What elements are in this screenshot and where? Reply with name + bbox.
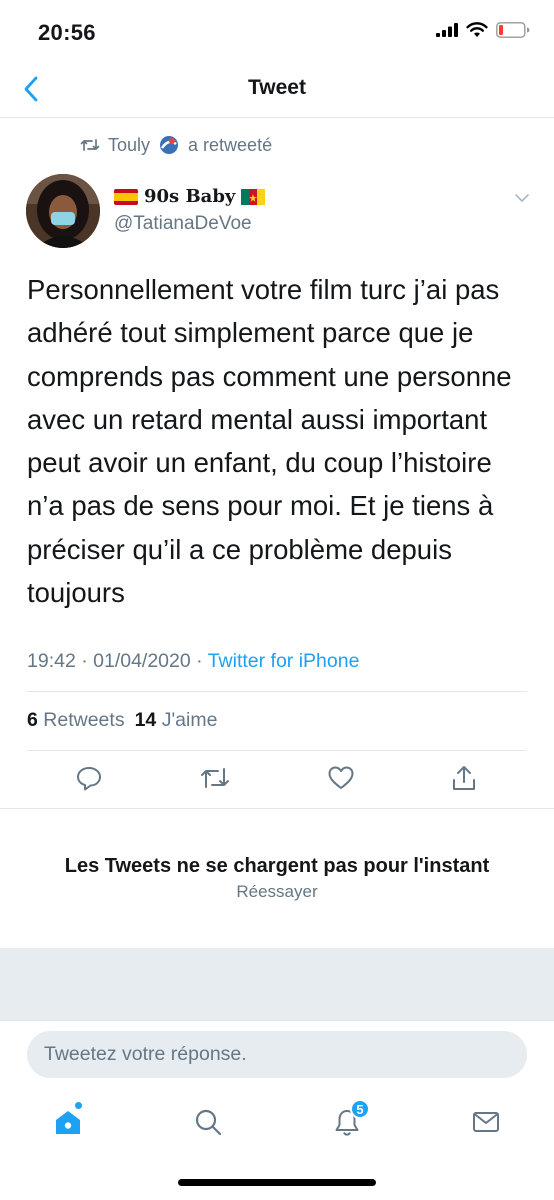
retry-button[interactable]: Réessayer xyxy=(0,882,554,902)
tweet-stats: 6 Retweets 14 J'aime xyxy=(27,709,217,732)
retweets-stat[interactable]: 6 Retweets xyxy=(27,709,125,732)
tab-home[interactable] xyxy=(48,1092,88,1152)
search-icon xyxy=(195,1109,222,1136)
heart-icon[interactable] xyxy=(327,764,355,792)
author-handle: @TatianaDeVoe xyxy=(114,213,252,234)
tab-messages[interactable] xyxy=(466,1092,506,1152)
notifications-badge: 5 xyxy=(350,1099,370,1119)
status-icons xyxy=(436,22,530,38)
tab-bar: 5 xyxy=(0,1092,554,1152)
nav-bar: Tweet xyxy=(0,60,554,118)
retweeter-emoji-icon xyxy=(160,136,179,154)
retweet-context[interactable]: Touly a retweeté xyxy=(80,134,272,156)
cameroon-flag-icon xyxy=(241,188,266,205)
likes-count: 14 xyxy=(134,709,157,731)
tweet-menu-button[interactable] xyxy=(514,190,530,208)
divider xyxy=(0,808,554,809)
divider xyxy=(27,750,527,751)
reply-icon[interactable] xyxy=(75,764,103,792)
wifi-icon xyxy=(466,22,488,37)
battery-icon xyxy=(496,22,530,38)
chevron-down-icon xyxy=(515,194,529,203)
share-icon[interactable] xyxy=(451,764,477,792)
author-name-row: 90s Baby xyxy=(114,186,266,207)
signal-icon xyxy=(436,23,458,37)
mail-icon xyxy=(473,1112,499,1132)
author-block[interactable]: 90s Baby @TatianaDeVoe xyxy=(114,186,266,235)
tweet-meta: 19:42 · 01/04/2020 · Twitter for iPhone xyxy=(27,650,359,673)
spain-flag-icon xyxy=(114,188,138,205)
separator-band xyxy=(0,948,554,1020)
divider xyxy=(0,1020,554,1021)
tweet-source-link[interactable]: Twitter for iPhone xyxy=(208,650,360,672)
tab-notifications[interactable]: 5 xyxy=(327,1092,370,1152)
retweets-count: 6 xyxy=(27,709,38,731)
retweet-icon[interactable] xyxy=(199,764,231,792)
tweet-timestamp: 19:42 · 01/04/2020 · xyxy=(27,650,208,672)
replies-error-message: Les Tweets ne se chargent pas pour l'ins… xyxy=(64,855,490,877)
home-indicator xyxy=(178,1179,376,1186)
tab-search[interactable] xyxy=(188,1092,228,1152)
retweet-label: a retweeté xyxy=(188,134,273,155)
author-name: 90s Baby xyxy=(144,186,236,207)
tweet-actions xyxy=(27,764,527,800)
home-icon xyxy=(56,1111,80,1134)
tweet-text: Personnellement votre film turc j’ai pas… xyxy=(27,274,512,609)
reply-input[interactable]: Tweetez votre réponse. xyxy=(27,1031,527,1078)
status-bar: 20:56 xyxy=(0,0,554,60)
divider xyxy=(27,691,527,692)
retweeter-name: Touly xyxy=(108,134,151,155)
avatar[interactable] xyxy=(26,174,100,248)
retweets-label: Retweets xyxy=(43,709,125,731)
home-new-indicator xyxy=(75,1102,82,1109)
page-title: Tweet xyxy=(248,76,306,99)
likes-label: J'aime xyxy=(161,709,218,731)
reply-placeholder: Tweetez votre réponse. xyxy=(44,1043,247,1065)
avatar-image xyxy=(26,174,100,248)
likes-stat[interactable]: 14 J'aime xyxy=(135,709,218,732)
retweet-small-icon xyxy=(80,139,100,151)
status-time: 20:56 xyxy=(38,20,96,45)
